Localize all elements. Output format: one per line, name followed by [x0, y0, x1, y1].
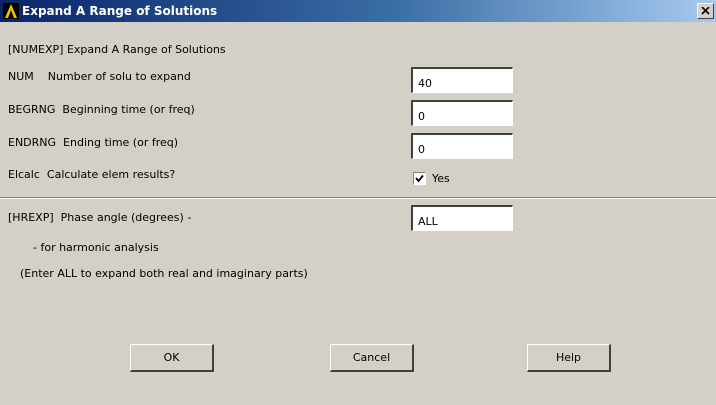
- check-icon: [415, 174, 424, 183]
- window-title: Expand A Range of Solutions: [22, 4, 218, 18]
- hrexp-note-expand: (Enter ALL to expand both real and imagi…: [20, 267, 308, 280]
- endrng-input[interactable]: [411, 133, 513, 159]
- begrng-input[interactable]: [411, 100, 513, 126]
- separator-highlight: [0, 198, 716, 199]
- begrng-label: BEGRNG Beginning time (or freq): [8, 103, 195, 116]
- dialog-heading: [NUMEXP] Expand A Range of Solutions: [8, 43, 226, 56]
- num-input[interactable]: [411, 67, 513, 93]
- help-button[interactable]: Help: [527, 344, 611, 372]
- close-button[interactable]: [697, 3, 714, 19]
- num-label: NUM Number of solu to expand: [8, 70, 191, 83]
- hrexp-note-harmonic: - for harmonic analysis: [33, 241, 159, 254]
- elcalc-checkbox[interactable]: [413, 172, 426, 185]
- elcalc-yes-label[interactable]: Yes: [432, 172, 450, 185]
- ansys-logo-icon: [3, 3, 19, 19]
- elcalc-label: Elcalc Calculate elem results?: [8, 168, 176, 181]
- ok-button[interactable]: OK: [130, 344, 214, 372]
- hrexp-label: [HREXP] Phase angle (degrees) -: [8, 211, 192, 224]
- endrng-label: ENDRNG Ending time (or freq): [8, 136, 179, 149]
- hrexp-input[interactable]: [411, 205, 513, 231]
- title-bar[interactable]: Expand A Range of Solutions: [0, 0, 716, 22]
- cancel-button[interactable]: Cancel: [330, 344, 414, 372]
